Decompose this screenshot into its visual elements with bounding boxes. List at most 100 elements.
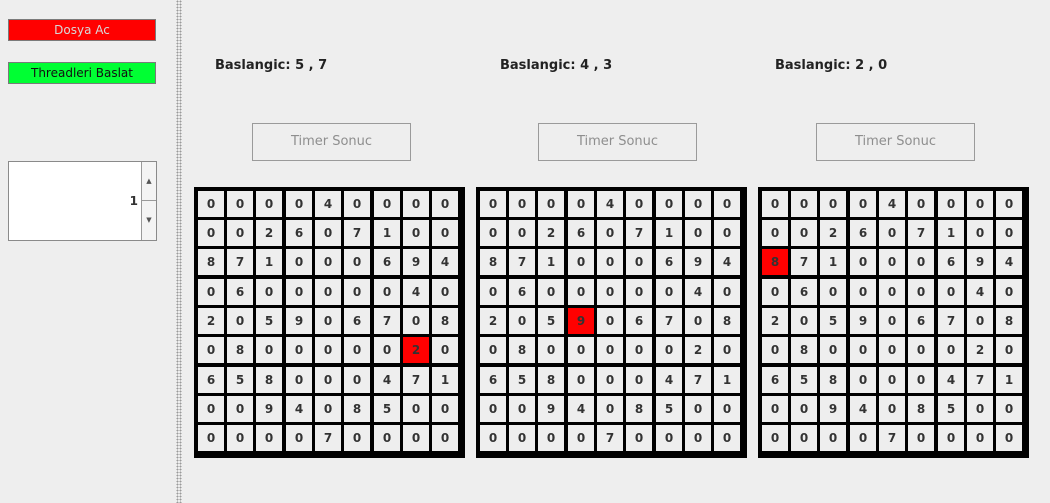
sudoku-cell[interactable]: 6 [374,249,400,275]
sudoku-cell[interactable]: 5 [227,367,253,393]
sudoku-cell[interactable]: 0 [480,279,506,305]
sudoku-cell[interactable]: 0 [286,367,312,393]
sudoku-cell[interactable]: 4 [938,367,964,393]
sudoku-cell[interactable]: 9 [403,249,429,275]
sudoku-cell[interactable]: 0 [850,279,876,305]
sudoku-cell[interactable]: 0 [403,396,429,422]
sudoku-cell[interactable]: 8 [820,367,846,393]
sudoku-cell[interactable]: 6 [850,220,876,246]
sudoku-cell[interactable]: 0 [850,249,876,275]
sudoku-cell[interactable]: 0 [850,367,876,393]
sudoku-cell[interactable]: 6 [227,279,253,305]
sudoku-cell[interactable]: 9 [286,308,312,334]
sudoku-cell[interactable]: 0 [967,396,993,422]
sudoku-cell[interactable]: 0 [344,249,370,275]
sudoku-cell[interactable]: 8 [480,249,506,275]
sudoku-cell[interactable]: 4 [568,396,594,422]
sudoku-cell[interactable]: 6 [762,367,788,393]
sudoku-cell[interactable]: 5 [938,396,964,422]
sudoku-cell[interactable]: 4 [850,396,876,422]
sudoku-cell[interactable]: 0 [374,337,400,363]
sudoku-cell[interactable]: 0 [996,191,1022,217]
sudoku-cell[interactable]: 0 [480,220,506,246]
sudoku-cell[interactable]: 9 [538,396,564,422]
sudoku-cell[interactable]: 7 [908,220,934,246]
sudoku-cell[interactable]: 0 [820,279,846,305]
sudoku-cell[interactable]: 7 [509,249,535,275]
sudoku-cell[interactable]: 0 [908,279,934,305]
sudoku-cell[interactable]: 0 [432,191,458,217]
sudoku-cell[interactable]: 0 [315,279,341,305]
sudoku-cell[interactable]: 8 [714,308,740,334]
sudoku-cell[interactable]: 0 [597,279,623,305]
sudoku-cell[interactable]: 0 [315,220,341,246]
sudoku-cell[interactable]: 0 [432,396,458,422]
sudoku-cell[interactable]: 9 [967,249,993,275]
sudoku-cell[interactable]: 0 [996,337,1022,363]
sudoku-cell[interactable]: 6 [656,249,682,275]
sudoku-cell[interactable]: 0 [315,249,341,275]
sudoku-cell[interactable]: 0 [656,425,682,451]
sudoku-cell[interactable]: 0 [568,337,594,363]
sudoku-cell[interactable]: 0 [626,191,652,217]
sudoku-cell[interactable]: 7 [791,249,817,275]
sudoku-cell[interactable]: 0 [568,249,594,275]
sudoku-cell[interactable]: 0 [714,396,740,422]
sudoku-cell[interactable]: 0 [198,396,224,422]
sudoku-cell[interactable]: 2 [538,220,564,246]
sudoku-cell[interactable]: 5 [374,396,400,422]
sudoku-cell[interactable]: 0 [198,425,224,451]
sudoku-cell[interactable]: 0 [626,249,652,275]
sudoku-cell[interactable]: 0 [344,425,370,451]
sudoku-cell[interactable]: 0 [286,337,312,363]
sudoku-cell[interactable]: 2 [480,308,506,334]
sudoku-cell[interactable]: 6 [791,279,817,305]
sudoku-cell[interactable]: 0 [344,191,370,217]
sudoku-cell[interactable]: 6 [509,279,535,305]
sudoku-cell[interactable]: 4 [967,279,993,305]
sudoku-cell[interactable]: 1 [714,367,740,393]
sudoku-cell[interactable]: 7 [315,425,341,451]
sudoku-cell[interactable]: 0 [967,425,993,451]
sudoku-cell[interactable]: 0 [198,220,224,246]
sudoku-cell[interactable]: 0 [685,425,711,451]
sudoku-cell[interactable]: 0 [198,191,224,217]
sudoku-cell[interactable]: 2 [685,337,711,363]
sudoku-cell[interactable]: 0 [996,396,1022,422]
sudoku-cell[interactable]: 0 [938,425,964,451]
sudoku-cell[interactable]: 0 [908,191,934,217]
sudoku-cell[interactable]: 0 [315,308,341,334]
sudoku-cell[interactable]: 0 [626,425,652,451]
sudoku-cell[interactable]: 2 [403,337,429,363]
sudoku-cell[interactable]: 0 [879,337,905,363]
sudoku-cell[interactable]: 0 [656,191,682,217]
sudoku-cell[interactable]: 4 [656,367,682,393]
sudoku-cell[interactable]: 8 [227,337,253,363]
sudoku-cell[interactable]: 7 [879,425,905,451]
sudoku-cell[interactable]: 4 [286,396,312,422]
timer-result-button-1[interactable]: Timer Sonuc [252,123,411,161]
timer-result-button-3[interactable]: Timer Sonuc [816,123,975,161]
sudoku-cell[interactable]: 0 [762,220,788,246]
sudoku-cell[interactable]: 0 [374,425,400,451]
sudoku-cell[interactable]: 8 [626,396,652,422]
sudoku-cell[interactable]: 0 [967,308,993,334]
sudoku-cell[interactable]: 0 [597,308,623,334]
sudoku-cell[interactable]: 4 [879,191,905,217]
sudoku-cell[interactable]: 0 [820,191,846,217]
sudoku-cell[interactable]: 9 [685,249,711,275]
sudoku-cell[interactable]: 0 [791,425,817,451]
sudoku-cell[interactable]: 4 [432,249,458,275]
sudoku-cell[interactable]: 0 [626,279,652,305]
sudoku-cell[interactable]: 7 [626,220,652,246]
sudoku-cell[interactable]: 0 [791,220,817,246]
sudoku-cell[interactable]: 0 [315,367,341,393]
sudoku-cell[interactable]: 0 [996,220,1022,246]
sudoku-cell[interactable]: 0 [879,308,905,334]
sudoku-cell[interactable]: 0 [256,425,282,451]
sudoku-cell[interactable]: 0 [850,191,876,217]
sudoku-cell[interactable]: 0 [256,279,282,305]
sudoku-cell[interactable]: 0 [597,367,623,393]
sudoku-cell[interactable]: 0 [344,337,370,363]
sudoku-cell[interactable]: 0 [432,279,458,305]
